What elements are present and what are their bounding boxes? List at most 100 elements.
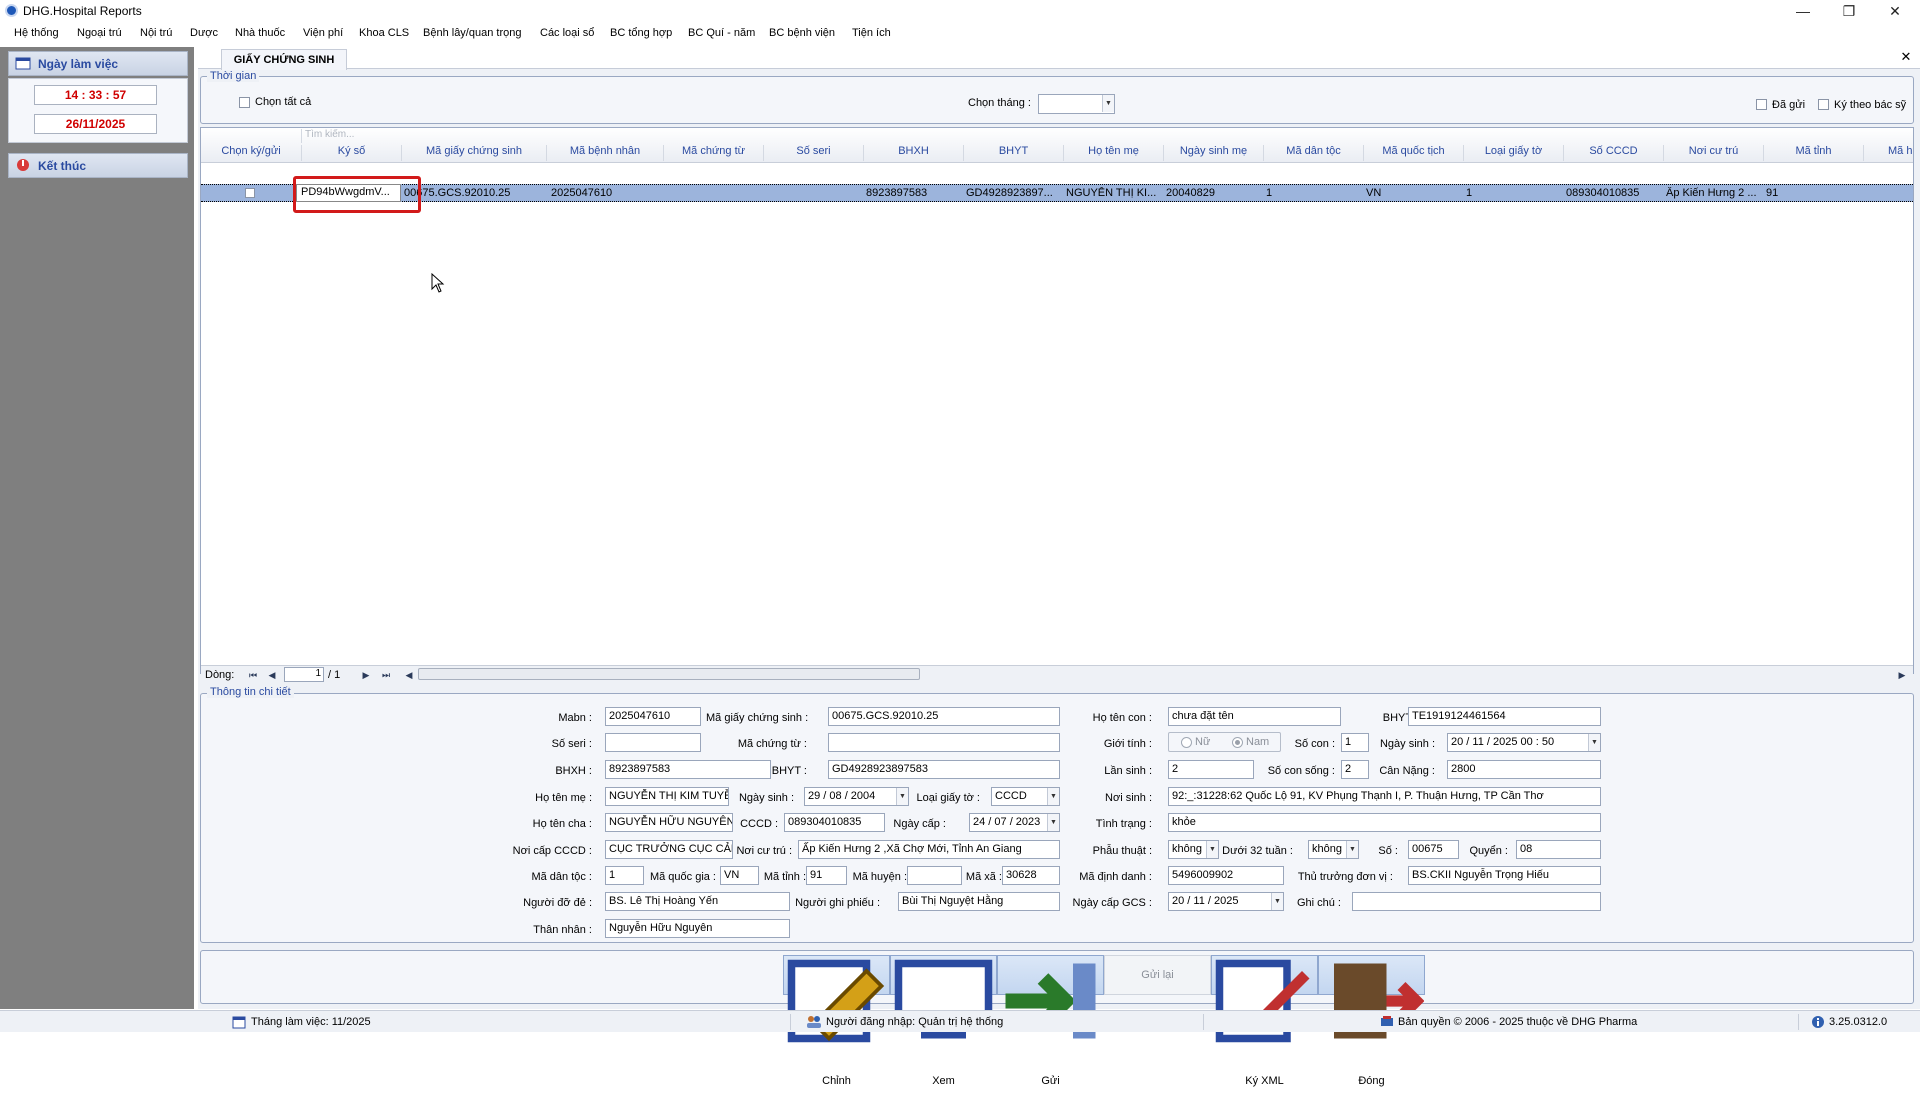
nguoi-do-de-field[interactable]: BS. Lê Thị Hoàng Yến xyxy=(605,892,790,911)
chevron-down-icon[interactable]: ▼ xyxy=(1047,814,1059,831)
record-number-input[interactable]: 1 xyxy=(284,667,324,682)
col-so-seri[interactable]: Số seri xyxy=(763,145,863,161)
dong-button[interactable]: Đóng xyxy=(1318,955,1425,1087)
chevron-down-icon[interactable]: ▼ xyxy=(896,788,908,805)
thu-truong-field[interactable]: BS.CKII Nguyễn Trọng Hiếu xyxy=(1408,866,1601,885)
col-ma-tinh[interactable]: Mã tỉnh xyxy=(1763,145,1863,161)
col-ma-giay-chung-sinh[interactable]: Mã giấy chứng sinh xyxy=(401,145,546,161)
col-so-cccd[interactable]: Số CCCD xyxy=(1563,145,1663,161)
exit-button[interactable]: Kết thúc xyxy=(8,153,188,178)
menu-tien-ich[interactable]: Tiện ích xyxy=(852,27,891,39)
col-ho-ten-me[interactable]: Họ tên mẹ xyxy=(1063,145,1163,161)
maximize-button[interactable]: ❐ xyxy=(1826,0,1872,22)
lan-sinh-field[interactable]: 2 xyxy=(1168,760,1254,779)
menu-cac-loai-so[interactable]: Các loại sổ xyxy=(540,27,594,39)
chevron-down-icon[interactable]: ▼ xyxy=(1346,841,1358,858)
ho-ten-con-field[interactable]: chưa đặt tên xyxy=(1168,707,1341,726)
filter-cell[interactable]: Tìm kiếm... xyxy=(301,129,401,143)
gui-button[interactable]: Gửi xyxy=(997,955,1104,1087)
ho-ten-cha-field[interactable]: NGUYỄN HỮU NGUYÊN xyxy=(605,813,733,832)
col-ngay-sinh-me[interactable]: Ngày sinh mẹ xyxy=(1163,145,1263,161)
horizontal-scrollbar[interactable] xyxy=(418,668,920,680)
table-row[interactable]: 00675.GCS.92010.25 2025047610 8923897583… xyxy=(201,184,1913,202)
than-nhan-field[interactable]: Nguyễn Hữu Nguyên xyxy=(605,919,790,938)
sign-by-doctor-checkbox[interactable] xyxy=(1818,99,1829,110)
ky-xml-button[interactable]: Ký XML xyxy=(1211,955,1318,1087)
close-tab-icon[interactable]: ✕ xyxy=(1898,49,1914,65)
bhyt-con-field[interactable]: TE1919124461564 xyxy=(1408,707,1601,726)
prev-record-icon[interactable]: ◀ xyxy=(265,668,279,682)
scroll-right-icon[interactable]: ▶ xyxy=(1895,668,1909,682)
so-field[interactable]: 00675 xyxy=(1408,840,1459,859)
ngay-sinh-con-field[interactable]: 20 / 11 / 2025 00 : 50 ▼ xyxy=(1447,733,1601,752)
col-bhxh[interactable]: BHXH xyxy=(863,145,963,161)
col-ma-dan-toc[interactable]: Mã dân tộc xyxy=(1263,145,1363,161)
menu-vien-phi[interactable]: Viện phí xyxy=(303,27,343,39)
menu-bc-qui-nam[interactable]: BC Quí - năm xyxy=(688,27,755,39)
ma-quoc-gia-field[interactable]: VN xyxy=(720,866,759,885)
chevron-down-icon[interactable]: ▼ xyxy=(1588,734,1600,751)
radio-nu[interactable] xyxy=(1181,737,1192,748)
col-ma-benh-nhan[interactable]: Mã bệnh nhân xyxy=(546,145,663,161)
workday-header[interactable]: Ngày làm việc xyxy=(8,51,188,76)
menu-noi-tru[interactable]: Nội trú xyxy=(140,27,172,39)
ngay-sinh-me-field[interactable]: 29 / 08 / 2004 ▼ xyxy=(804,787,909,806)
quyen-field[interactable]: 08 xyxy=(1516,840,1601,859)
duoi-32-tuan-select[interactable]: không ▼ xyxy=(1308,840,1359,859)
col-loai-giay-to[interactable]: Loại giấy tờ xyxy=(1463,145,1563,161)
ngay-cap-gcs-field[interactable]: 20 / 11 / 2025 ▼ xyxy=(1168,892,1284,911)
next-record-icon[interactable]: ▶ xyxy=(359,668,373,682)
scroll-left-icon[interactable]: ◀ xyxy=(402,668,416,682)
bhxh-field[interactable]: 8923897583 xyxy=(605,760,771,779)
so-seri-field[interactable] xyxy=(605,733,701,752)
col-ky-so[interactable]: Ký số xyxy=(301,145,401,161)
ma-chung-tu-field[interactable] xyxy=(828,733,1060,752)
ma-tinh-field[interactable]: 91 xyxy=(806,866,847,885)
gui-lai-button[interactable]: Gửi lại xyxy=(1104,955,1211,995)
magcs-field[interactable]: 00675.GCS.92010.25 xyxy=(828,707,1060,726)
first-record-icon[interactable]: ⏮ xyxy=(246,668,260,682)
xem-button[interactable]: Xem xyxy=(890,955,997,1087)
menu-duoc[interactable]: Dược xyxy=(190,27,218,39)
menu-he-thong[interactable]: Hệ thống xyxy=(14,27,59,39)
ho-ten-me-field[interactable]: NGUYỄN THỊ KIM TUYỀN xyxy=(605,787,729,806)
chevron-down-icon[interactable]: ▼ xyxy=(1102,95,1114,112)
menu-bc-tong-hop[interactable]: BC tổng hợp xyxy=(610,27,672,39)
noi-sinh-field[interactable]: 92:_:31228:62 Quốc Lộ 91, KV Phụng Thạnh… xyxy=(1168,787,1601,806)
ngay-cap-field[interactable]: 24 / 07 / 2023 ▼ xyxy=(969,813,1060,832)
tinh-trang-field[interactable]: khỏe xyxy=(1168,813,1601,832)
chevron-down-icon[interactable]: ▼ xyxy=(1206,841,1218,858)
ma-xa-field[interactable]: 30628 xyxy=(1002,866,1060,885)
menu-benh-lay[interactable]: Bệnh lây/quan trọng xyxy=(423,27,521,39)
radio-nam[interactable] xyxy=(1232,737,1243,748)
so-con-field[interactable]: 1 xyxy=(1341,733,1369,752)
ma-dan-toc-field[interactable]: 1 xyxy=(605,866,644,885)
chevron-down-icon[interactable]: ▼ xyxy=(1047,788,1059,805)
noi-cu-tru-field[interactable]: Ấp Kiến Hưng 2 ,Xã Chợ Mới, Tỉnh An Gian… xyxy=(798,840,1060,859)
phau-thuat-select[interactable]: không ▼ xyxy=(1168,840,1219,859)
menu-ngoai-tru[interactable]: Ngoại trú xyxy=(77,27,122,39)
col-bhyt[interactable]: BHYT xyxy=(963,145,1063,161)
cccd-field[interactable]: 089304010835 xyxy=(784,813,885,832)
can-nang-field[interactable]: 2800 xyxy=(1447,760,1601,779)
loai-giay-to-select[interactable]: CCCD ▼ xyxy=(991,787,1060,806)
mabn-field[interactable]: 2025047610 xyxy=(605,707,701,726)
col-ma-chung-tu[interactable]: Mã chứng từ xyxy=(663,145,763,161)
chevron-down-icon[interactable]: ▼ xyxy=(1271,893,1283,910)
chinh-button[interactable]: Chỉnh xyxy=(783,955,890,1087)
col-ma-quoc-tich[interactable]: Mã quốc tịch xyxy=(1363,145,1463,161)
ghi-chu-field[interactable] xyxy=(1352,892,1601,911)
ma-dinh-danh-field[interactable]: 5496009902 xyxy=(1168,866,1284,885)
tab-giay-chung-sinh[interactable]: GIẤY CHỨNG SINH xyxy=(221,49,347,70)
menu-khoa-cls[interactable]: Khoa CLS xyxy=(359,27,409,39)
nguoi-ghi-phieu-field[interactable]: Bùi Thị Nguyệt Hằng xyxy=(898,892,1060,911)
last-record-icon[interactable]: ⏭ xyxy=(379,668,393,682)
ma-huyen-field[interactable] xyxy=(907,866,962,885)
col-chon-ky-gui[interactable]: Chọn ký/gửi xyxy=(201,145,301,161)
minimize-button[interactable]: — xyxy=(1780,0,1826,22)
col-noi-cu-tru[interactable]: Nơi cư trú xyxy=(1663,145,1763,161)
month-select[interactable]: ▼ xyxy=(1038,94,1115,114)
sent-checkbox[interactable] xyxy=(1756,99,1767,110)
select-all-checkbox[interactable] xyxy=(239,97,250,108)
row-select-checkbox[interactable] xyxy=(245,188,255,198)
